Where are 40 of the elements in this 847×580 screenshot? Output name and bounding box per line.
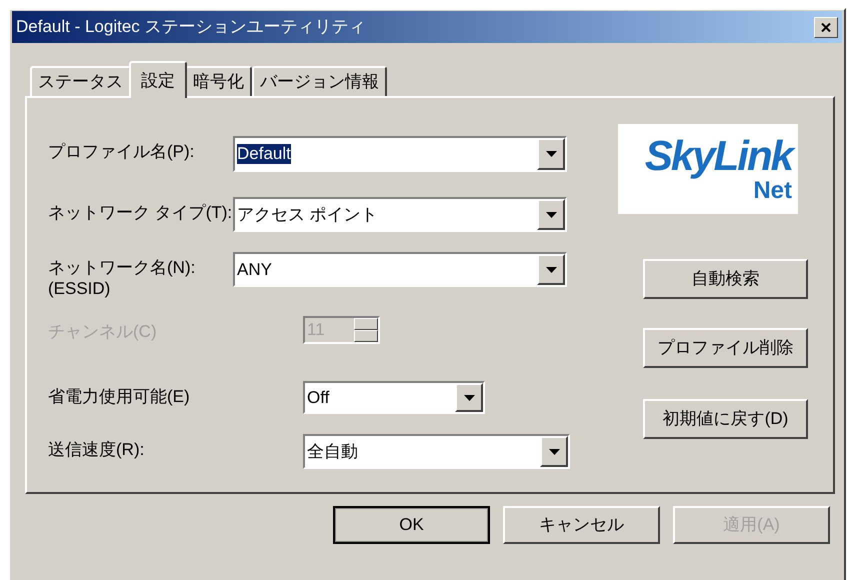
window-title: Default - Logitec ステーションユーティリティ xyxy=(16,16,366,38)
side-button[interactable]: 自動検索 xyxy=(643,259,808,299)
field-label: ネットワーク タイプ(T): xyxy=(48,202,233,224)
caret-icon xyxy=(546,151,556,157)
caret-icon xyxy=(464,394,474,400)
dropdown-button[interactable] xyxy=(537,254,565,285)
field-label: 省電力使用可能(E) xyxy=(48,386,191,408)
field-label: 送信速度(R): xyxy=(48,439,146,461)
dropdown-button[interactable] xyxy=(537,138,565,170)
logo-text: Net xyxy=(753,178,792,204)
dropdown-field[interactable]: 全自動 xyxy=(303,434,570,469)
caret-icon xyxy=(548,448,560,454)
close-button[interactable] xyxy=(814,16,838,38)
side-button[interactable]: プロファイル削除 xyxy=(643,328,808,368)
field-label: ネットワーク名(N): xyxy=(48,257,196,279)
dropdown-field[interactable]: Default xyxy=(233,136,567,172)
dropdown-button[interactable] xyxy=(540,436,568,467)
field-value: ANY xyxy=(237,260,272,280)
dropdown-field[interactable]: アクセス ポイント xyxy=(233,197,567,232)
caret-icon xyxy=(546,266,556,272)
close-icon xyxy=(821,22,831,32)
field-label: プロファイル名(P): xyxy=(48,141,196,163)
side-button[interactable]: 初期値に戻す(D) xyxy=(643,399,808,439)
field-value: 全自動 xyxy=(307,442,358,462)
dropdown-field[interactable]: Off xyxy=(303,381,485,414)
dropdown-field[interactable]: ANY xyxy=(233,252,567,287)
field-sublabel: (ESSID) xyxy=(48,279,112,299)
spin-buttons[interactable] xyxy=(354,318,378,342)
tab[interactable]: 暗号化 xyxy=(185,66,252,96)
tab[interactable]: 設定 xyxy=(129,61,187,98)
tab[interactable]: バージョン情報 xyxy=(252,66,387,96)
field-value: Off xyxy=(307,388,330,408)
dialog-button[interactable]: キャンセル xyxy=(503,506,660,544)
dropdown-button[interactable] xyxy=(455,383,483,412)
caret-icon xyxy=(546,212,556,218)
field-value: アクセス ポイント xyxy=(237,204,378,224)
field-value: Default xyxy=(237,144,291,164)
dropdown-button[interactable] xyxy=(537,199,565,230)
dialog-button[interactable]: OK xyxy=(333,506,490,544)
tab[interactable]: ステータス xyxy=(30,66,131,96)
